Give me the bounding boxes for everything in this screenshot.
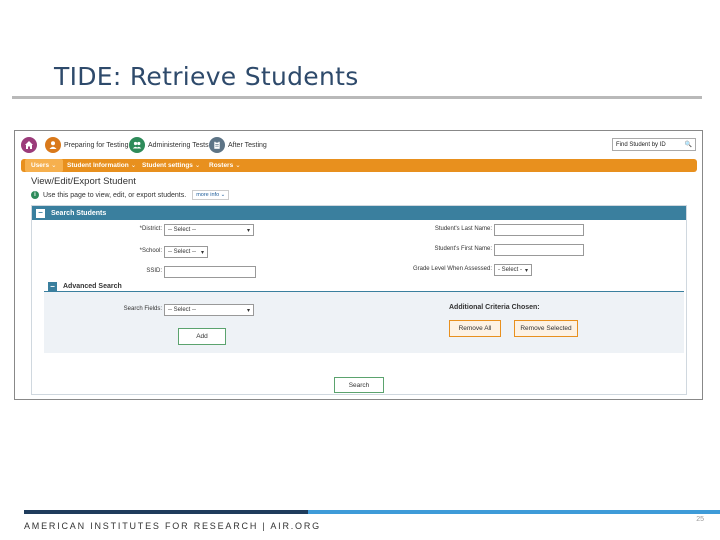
- first-name-label: Student's First Name:: [434, 246, 493, 252]
- advanced-search-header[interactable]: − Advanced Search: [48, 282, 126, 291]
- page-number: 25: [696, 516, 704, 523]
- district-select[interactable]: -- Select -- ▾: [164, 224, 254, 236]
- first-name-input[interactable]: [494, 244, 584, 256]
- page-heading: View/Edit/Export Student: [31, 176, 136, 187]
- nav-administering-tests[interactable]: Administering Tests: [129, 136, 209, 154]
- district-label: *District:: [139, 226, 162, 232]
- menu-users[interactable]: Users ⌄: [25, 159, 63, 172]
- nav-preparing-for-testing[interactable]: Preparing for Testing: [45, 136, 128, 154]
- clipboard-icon: [209, 137, 225, 153]
- dropdown-arrow-icon: ▾: [246, 307, 250, 314]
- search-students-header[interactable]: − Search Students: [32, 206, 686, 220]
- search-icon: 🔍: [684, 142, 692, 148]
- page-info-text: Use this page to view, edit, or export s…: [43, 191, 187, 199]
- person-icon: [45, 137, 61, 153]
- advanced-search-section: − Advanced Search Search Fields: -- Sele…: [44, 282, 684, 353]
- title-rule: [12, 96, 702, 99]
- ssid-input[interactable]: [164, 266, 256, 278]
- last-name-label: Student's Last Name:: [434, 226, 492, 232]
- last-name-input[interactable]: [494, 224, 584, 236]
- nav-label: After Testing: [228, 141, 267, 149]
- page-info: i Use this page to view, edit, or export…: [31, 190, 230, 200]
- nav-label: Preparing for Testing: [64, 141, 129, 149]
- collapse-icon: −: [48, 282, 57, 291]
- grade-label: Grade Level When Assessed:: [412, 266, 492, 272]
- collapse-icon: −: [36, 208, 45, 218]
- chevron-down-icon: ⌄: [235, 162, 241, 169]
- footer-text: AMERICAN INSTITUTES FOR RESEARCH | AIR.O…: [24, 521, 321, 531]
- info-icon: i: [31, 191, 39, 199]
- find-student-input[interactable]: Find Student by ID 🔍: [612, 138, 696, 151]
- chevron-down-icon: ⌄: [51, 162, 57, 169]
- nav-home[interactable]: [21, 136, 40, 154]
- top-navigation: Preparing for Testing Administering Test…: [15, 131, 702, 158]
- tide-screenshot: Preparing for Testing Administering Test…: [14, 130, 703, 400]
- footer-bar-light: [308, 510, 720, 514]
- find-student-placeholder: Find Student by ID: [616, 141, 666, 148]
- ssid-label: SSID:: [146, 268, 162, 274]
- search-fields-select[interactable]: -- Select -- ▾: [164, 304, 254, 316]
- remove-all-button[interactable]: Remove All: [449, 320, 501, 337]
- chevron-down-icon: ⌄: [130, 162, 137, 169]
- dropdown-arrow-icon: ▾: [200, 249, 204, 256]
- chevron-down-icon: ⌄: [194, 162, 201, 169]
- school-label: *School:: [139, 248, 162, 254]
- home-icon: [21, 137, 37, 153]
- advanced-search-title: Advanced Search: [63, 283, 122, 290]
- grade-select[interactable]: - Select - ▾: [494, 264, 532, 276]
- nav-label: Administering Tests: [148, 141, 209, 149]
- panel-title: Search Students: [51, 209, 107, 217]
- dropdown-arrow-icon: ▾: [246, 227, 250, 234]
- additional-criteria-label: Additional Criteria Chosen:: [449, 304, 540, 311]
- footer-bar-dark: [24, 510, 308, 514]
- remove-selected-button[interactable]: Remove Selected: [514, 320, 578, 337]
- menu-rosters[interactable]: Rosters ⌄: [209, 161, 241, 169]
- menu-student-settings[interactable]: Student settings ⌄: [142, 161, 200, 169]
- slide-title: TIDE: Retrieve Students: [54, 62, 359, 91]
- add-button[interactable]: Add: [178, 328, 226, 345]
- more-info-link[interactable]: more info ⌄: [192, 190, 230, 200]
- main-menu-bar: Users ⌄ Student Information ⌄ Student sett…: [21, 159, 697, 172]
- search-button[interactable]: Search: [334, 377, 384, 393]
- search-fields-label: Search Fields:: [123, 306, 162, 312]
- people-icon: [129, 137, 145, 153]
- search-students-panel: − Search Students *District: -- Select -…: [31, 205, 687, 395]
- menu-student-information[interactable]: Student Information ⌄: [67, 161, 136, 169]
- school-select[interactable]: -- Select -- ▾: [164, 246, 208, 258]
- nav-after-testing[interactable]: After Testing: [209, 136, 267, 154]
- dropdown-arrow-icon: ▾: [524, 267, 528, 274]
